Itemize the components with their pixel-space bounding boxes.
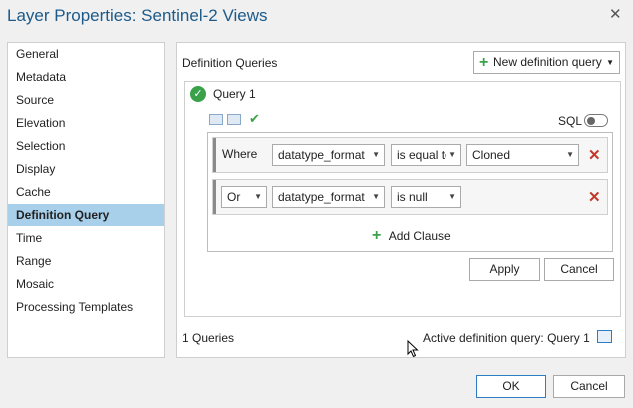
field-dropdown[interactable]: datatype_format ▼ <box>272 186 385 208</box>
new-query-label: New definition query <box>493 55 602 69</box>
add-clause-button[interactable]: + Add Clause <box>372 227 451 245</box>
dialog-title: Layer Properties: Sentinel-2 Views <box>7 6 268 25</box>
chevron-down-icon: ▼ <box>372 192 380 201</box>
field-value: datatype_format <box>278 148 365 162</box>
sidebar-nav: General Metadata Source Elevation Select… <box>7 42 165 358</box>
field-dropdown[interactable]: datatype_format ▼ <box>272 144 385 166</box>
sidebar-item-display[interactable]: Display <box>8 158 164 180</box>
active-query-text: Active definition query: Query 1 <box>423 331 590 345</box>
sql-toggle[interactable] <box>584 114 608 127</box>
sql-label: SQL <box>558 114 583 128</box>
sidebar-item-selection[interactable]: Selection <box>8 135 164 157</box>
indent-icon[interactable] <box>209 114 223 125</box>
query-cancel-button[interactable]: Cancel <box>544 258 614 281</box>
sidebar-item-mosaic[interactable]: Mosaic <box>8 273 164 295</box>
value-text: Cloned <box>472 148 511 162</box>
sidebar-item-cache[interactable]: Cache <box>8 181 164 203</box>
ok-button[interactable]: OK <box>476 375 546 398</box>
chevron-down-icon: ▼ <box>254 192 262 201</box>
operator-value: is null <box>397 190 428 204</box>
sidebar-item-general[interactable]: General <box>8 43 164 65</box>
apply-button[interactable]: Apply <box>469 258 540 281</box>
query-count: 1 Queries <box>182 331 235 345</box>
clause-drag-handle[interactable] <box>213 138 216 172</box>
value-dropdown[interactable]: Cloned ▼ <box>466 144 579 166</box>
delete-clause-icon[interactable]: ✕ <box>588 188 601 206</box>
operator-dropdown[interactable]: is null ▼ <box>391 186 461 208</box>
sidebar-item-elevation[interactable]: Elevation <box>8 112 164 134</box>
chevron-down-icon: ▼ <box>372 150 380 159</box>
sidebar-item-metadata[interactable]: Metadata <box>8 66 164 88</box>
check-circle-icon: ✓ <box>190 86 206 102</box>
section-label: Definition Queries <box>182 56 278 70</box>
plus-icon: + <box>372 227 382 244</box>
add-clause-label: Add Clause <box>388 229 451 243</box>
sidebar-item-time[interactable]: Time <box>8 227 164 249</box>
connector-dropdown[interactable]: Or ▼ <box>221 186 267 208</box>
verify-check-icon[interactable]: ✔ <box>249 111 260 127</box>
close-icon[interactable]: ✕ <box>609 5 622 23</box>
chevron-down-icon: ▼ <box>566 150 574 159</box>
operator-value: is equal to <box>397 148 452 162</box>
sidebar-item-source[interactable]: Source <box>8 89 164 111</box>
mouse-pointer-icon <box>407 339 419 361</box>
sidebar-item-processing-templates[interactable]: Processing Templates <box>8 296 164 318</box>
clause-connector: Where <box>222 147 258 161</box>
cancel-button[interactable]: Cancel <box>553 375 625 398</box>
chevron-down-icon: ▼ <box>446 145 456 165</box>
clause-drag-handle[interactable] <box>213 180 216 214</box>
outdent-icon[interactable] <box>227 114 241 125</box>
connector-value: Or <box>227 190 241 204</box>
operator-dropdown[interactable]: is equal to ▼ <box>391 144 461 166</box>
sidebar-item-definition-query[interactable]: Definition Query <box>8 204 164 226</box>
delete-clause-icon[interactable]: ✕ <box>588 146 601 164</box>
sidebar-item-range[interactable]: Range <box>8 250 164 272</box>
query-list-icon[interactable] <box>597 330 612 343</box>
chevron-down-icon: ▼ <box>606 58 614 67</box>
query-name[interactable]: Query 1 <box>213 87 256 101</box>
chevron-down-icon: ▼ <box>448 192 456 201</box>
field-value: datatype_format <box>278 190 365 204</box>
plus-icon: + <box>479 54 489 71</box>
toggle-knob <box>587 116 595 125</box>
new-definition-query-button[interactable]: + New definition query ▼ <box>473 51 620 74</box>
